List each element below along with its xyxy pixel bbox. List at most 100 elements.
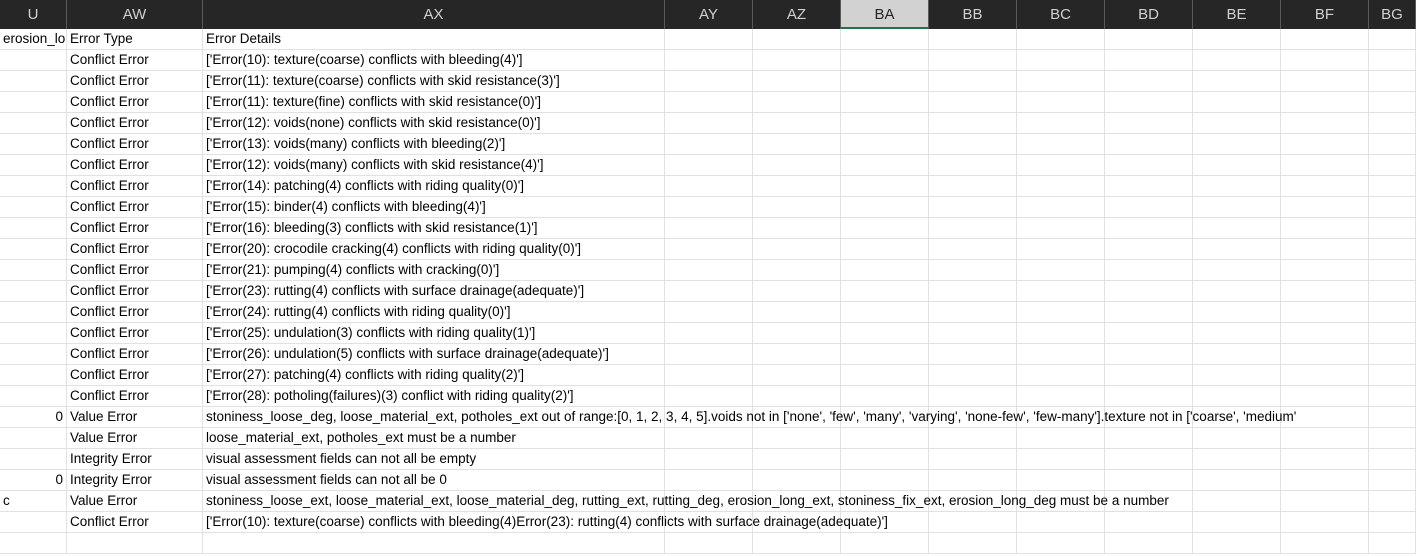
cell-bc[interactable] [1017, 512, 1105, 533]
cell-ba[interactable] [841, 386, 929, 407]
cell-bb[interactable] [929, 533, 1017, 554]
cell-bg[interactable] [1369, 281, 1416, 302]
cell-u[interactable] [0, 260, 67, 281]
cell-ba[interactable] [841, 428, 929, 449]
cell-ba[interactable] [841, 323, 929, 344]
cell-bc[interactable] [1017, 71, 1105, 92]
cell-bc[interactable] [1017, 386, 1105, 407]
cell-ba[interactable] [841, 134, 929, 155]
cell-bd[interactable] [1105, 323, 1193, 344]
cell-be[interactable] [1193, 470, 1281, 491]
cell-bf[interactable] [1281, 428, 1369, 449]
cell-be[interactable] [1193, 428, 1281, 449]
cell-ax[interactable]: ['Error(23): rutting(4) conflicts with s… [203, 281, 665, 302]
cell-aw[interactable]: Conflict Error [67, 197, 203, 218]
cell-be[interactable] [1193, 449, 1281, 470]
cell-be[interactable] [1193, 134, 1281, 155]
cell-u[interactable] [0, 71, 67, 92]
cell-ba[interactable] [841, 260, 929, 281]
cell-bc[interactable] [1017, 92, 1105, 113]
cell-u[interactable] [0, 302, 67, 323]
cell-ay[interactable] [665, 113, 753, 134]
cell-aw[interactable]: Error Type [67, 29, 203, 50]
cell-bd[interactable] [1105, 239, 1193, 260]
cell-bc[interactable] [1017, 281, 1105, 302]
cell-bf[interactable] [1281, 176, 1369, 197]
cell-bg[interactable] [1369, 344, 1416, 365]
cell-ay[interactable] [665, 29, 753, 50]
cell-bb[interactable] [929, 512, 1017, 533]
cell-bd[interactable] [1105, 386, 1193, 407]
cell-aw[interactable]: Integrity Error [67, 470, 203, 491]
cell-bf[interactable] [1281, 50, 1369, 71]
cell-bg[interactable] [1369, 323, 1416, 344]
cell-ba[interactable] [841, 113, 929, 134]
cell-aw[interactable]: Conflict Error [67, 281, 203, 302]
cell-bf[interactable] [1281, 92, 1369, 113]
cell-ay[interactable] [665, 155, 753, 176]
cell-be[interactable] [1193, 155, 1281, 176]
cell-bc[interactable] [1017, 197, 1105, 218]
cell-bd[interactable] [1105, 71, 1193, 92]
cell-bc[interactable] [1017, 134, 1105, 155]
cell-aw[interactable] [67, 533, 203, 554]
cell-bd[interactable] [1105, 344, 1193, 365]
cell-bb[interactable] [929, 281, 1017, 302]
cell-bb[interactable] [929, 302, 1017, 323]
cell-bb[interactable] [929, 260, 1017, 281]
cell-bd[interactable] [1105, 449, 1193, 470]
cell-ba[interactable] [841, 176, 929, 197]
cell-ba[interactable] [841, 92, 929, 113]
cell-bb[interactable] [929, 428, 1017, 449]
cell-bd[interactable] [1105, 365, 1193, 386]
cell-aw[interactable]: Conflict Error [67, 302, 203, 323]
cell-ay[interactable] [665, 302, 753, 323]
cell-u[interactable] [0, 134, 67, 155]
cell-u[interactable] [0, 281, 67, 302]
cell-bg[interactable] [1369, 197, 1416, 218]
cell-az[interactable] [753, 29, 841, 50]
cell-ax[interactable]: ['Error(27): patching(4) conflicts with … [203, 365, 665, 386]
cell-bg[interactable] [1369, 29, 1416, 50]
cell-bd[interactable] [1105, 155, 1193, 176]
column-header-u[interactable]: U [0, 0, 67, 29]
cell-az[interactable] [753, 365, 841, 386]
cell-bg[interactable] [1369, 260, 1416, 281]
cell-bd[interactable] [1105, 302, 1193, 323]
cell-bb[interactable] [929, 344, 1017, 365]
cell-aw[interactable]: Conflict Error [67, 155, 203, 176]
cell-ay[interactable] [665, 386, 753, 407]
column-header-bb[interactable]: BB [929, 0, 1017, 29]
cell-ay[interactable] [665, 92, 753, 113]
cell-ay[interactable] [665, 197, 753, 218]
cell-ba[interactable] [841, 533, 929, 554]
cell-bf[interactable] [1281, 344, 1369, 365]
cell-ba[interactable] [841, 449, 929, 470]
cell-u[interactable] [0, 197, 67, 218]
cell-u[interactable]: erosion_lo [0, 29, 67, 50]
cell-ba[interactable] [841, 302, 929, 323]
cell-ax[interactable]: ['Error(21): pumping(4) conflicts with c… [203, 260, 665, 281]
cell-ay[interactable] [665, 176, 753, 197]
cell-bd[interactable] [1105, 92, 1193, 113]
cell-ay[interactable] [665, 134, 753, 155]
cell-be[interactable] [1193, 50, 1281, 71]
cell-ax[interactable]: ['Error(25): undulation(3) conflicts wit… [203, 323, 665, 344]
cell-be[interactable] [1193, 197, 1281, 218]
cell-bf[interactable] [1281, 134, 1369, 155]
cell-ay[interactable] [665, 470, 753, 491]
cell-bf[interactable] [1281, 302, 1369, 323]
cell-be[interactable] [1193, 239, 1281, 260]
cell-ax[interactable] [203, 533, 665, 554]
cell-be[interactable] [1193, 344, 1281, 365]
cell-ay[interactable] [665, 344, 753, 365]
cell-u[interactable] [0, 365, 67, 386]
cell-be[interactable] [1193, 491, 1281, 512]
cell-bb[interactable] [929, 197, 1017, 218]
cell-u[interactable] [0, 176, 67, 197]
cell-bf[interactable] [1281, 29, 1369, 50]
cell-aw[interactable]: Conflict Error [67, 134, 203, 155]
cell-bd[interactable] [1105, 29, 1193, 50]
cell-bb[interactable] [929, 71, 1017, 92]
cell-ax[interactable]: ['Error(24): rutting(4) conflicts with r… [203, 302, 665, 323]
